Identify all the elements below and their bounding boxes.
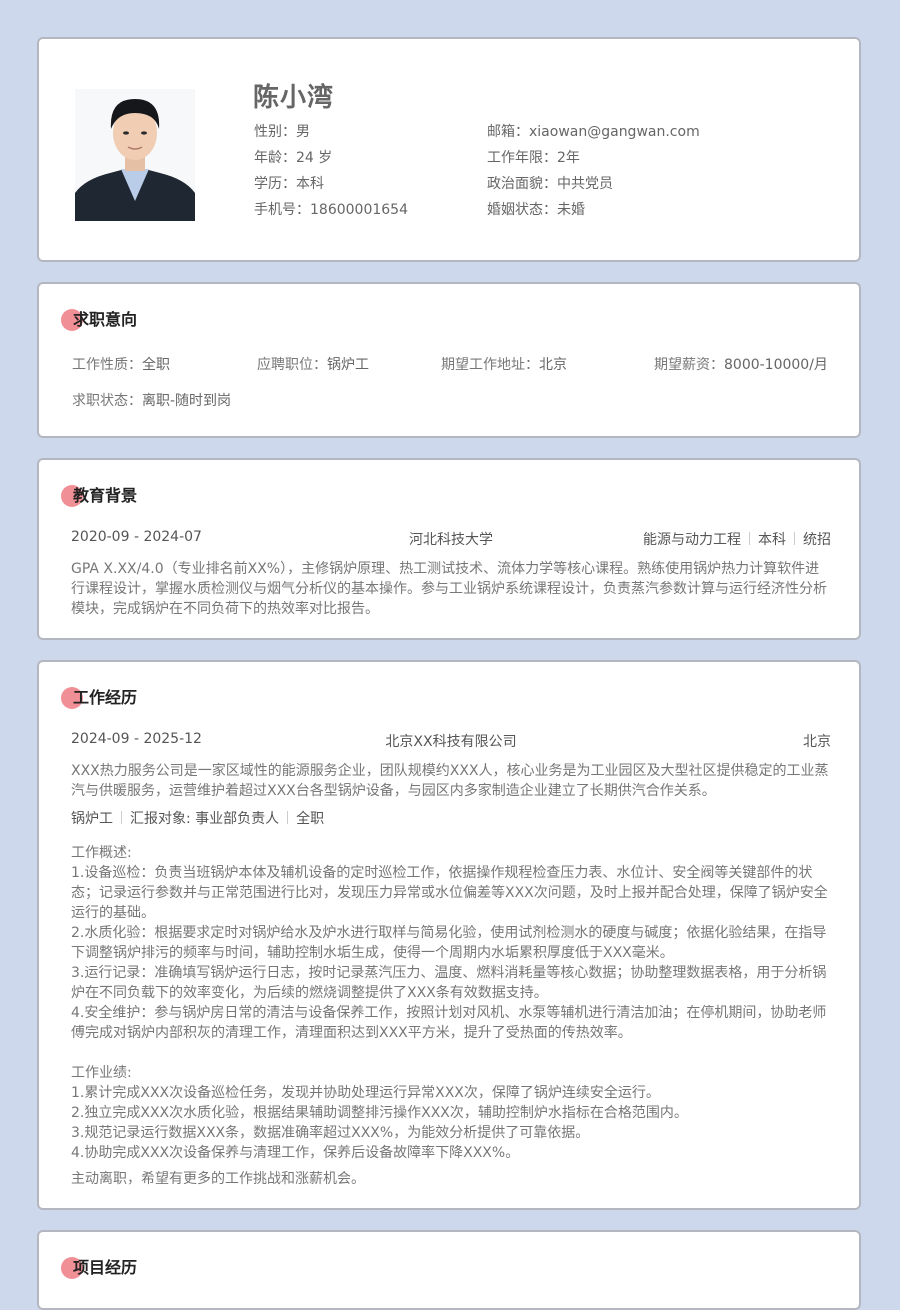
phone-row: 手机号：18600001654 [254,201,487,219]
job-status-label: 求职状态： [72,393,142,409]
gender-row: 性别：男 [254,123,487,141]
politics-value: 中共党员 [557,176,613,192]
job-location: 期望工作地址：北京 [441,354,567,374]
duties-heading: 工作概述: [71,845,132,861]
marital-value: 未婚 [557,202,585,218]
project-experience-card: 项目经历 [37,1230,861,1310]
age-value: 24 岁 [296,150,333,166]
divider [794,532,795,545]
results-heading: 工作业绩: [71,1065,132,1081]
section-title-text: 项目经历 [73,1258,138,1277]
politics-row: 政治面貌：中共党员 [487,175,754,193]
report-to: 汇报对象: 事业部负责人 [130,811,280,827]
result-item: 3.规范记录运行数据XXX条，数据准确率超过XXX%，为能效分析提供了可靠依据。 [71,1125,590,1141]
years-label: 工作年限： [487,150,557,166]
education-label: 学历： [254,176,296,192]
job-type-value: 全职 [142,357,170,373]
job-position: 应聘职位：锅炉工 [257,354,369,374]
degree: 本科 [758,532,786,548]
personal-info: 性别：男 邮箱：xiaowan@gangwan.com 年龄：24 岁 工作年限… [254,123,754,219]
admission-type: 统招 [803,532,831,548]
gender-label: 性别： [254,124,296,140]
profile-card: 陈小湾 性别：男 邮箱：xiaowan@gangwan.com 年龄：24 岁 … [37,37,861,262]
job-position-value: 锅炉工 [327,357,369,373]
job-location-label: 期望工作地址： [441,357,539,373]
education-description: GPA X.XX/4.0（专业排名前XX%），主修锅炉原理、热工测试技术、流体力… [71,561,827,617]
leave-reason: 主动离职，希望有更多的工作挑战和涨薪机会。 [71,1171,365,1187]
years-value: 2年 [557,150,580,166]
result-item: 4.协助完成XXX次设备保养与清理工作，保养后设备故障率下降XXX%。 [71,1145,520,1161]
work-experience-card: 工作经历 北京XX科技有限公司 2024-09 - 2025-12 北京 XXX… [37,660,861,1210]
result-item: 2.独立完成XXX次水质化验，根据结果辅助调整排污操作XXX次，辅助控制炉水指标… [71,1105,688,1121]
phone-value: 18600001654 [310,202,408,218]
job-location-value: 北京 [539,357,567,373]
result-item: 1.累计完成XXX次设备巡检任务，发现并协助处理运行异常XXX次，保障了锅炉连续… [71,1085,660,1101]
education-row: 学历：本科 [254,175,487,193]
email-value: xiaowan@gangwan.com [529,124,700,140]
job-status: 求职状态：离职-随时到岗 [72,390,231,410]
intent-row: 工作性质：全职 应聘职位：锅炉工 期望工作地址：北京 期望薪资：8000-100… [72,354,832,374]
job-intent-card: 求职意向 工作性质：全职 应聘职位：锅炉工 期望工作地址：北京 期望薪资：800… [37,282,861,438]
job-salary-value: 8000-10000/月 [724,357,828,373]
section-title-project: 项目经历 [61,1256,137,1280]
work-header: 北京XX科技有限公司 2024-09 - 2025-12 北京 [71,731,831,751]
job-type: 全职 [296,811,325,827]
marital-row: 婚姻状态：未婚 [487,201,754,219]
section-title-text: 工作经历 [73,688,138,707]
section-title-education: 教育背景 [61,484,137,508]
age-label: 年龄： [254,150,296,166]
politics-label: 政治面貌： [487,176,557,192]
major: 能源与动力工程 [643,532,741,548]
education-card: 教育背景 河北科技大学 2020-09 - 2024-07 能源与动力工程 本科统… [37,458,861,640]
education-header: 河北科技大学 2020-09 - 2024-07 能源与动力工程 本科 统招 [71,529,831,549]
email-row: 邮箱：xiaowan@gangwan.com [487,123,754,141]
company-description: XXX热力服务公司是一家区域性的能源服务企业，团队规模约XXX人，核心业务是为工… [71,763,829,799]
section-title-work: 工作经历 [61,686,137,710]
phone-label: 手机号： [254,202,310,218]
work-details: 工作概述: 1.设备巡检：负责当班锅炉本体及辅机设备的定时巡检工作，依据操作规程… [71,843,831,1189]
duty-item: 1.设备巡检：负责当班锅炉本体及辅机设备的定时巡检工作，依据操作规程检查压力表、… [71,865,828,921]
years-row: 工作年限：2年 [487,149,754,167]
marital-label: 婚姻状态： [487,202,557,218]
work-period: 2024-09 - 2025-12 [71,731,202,747]
job-status-value: 离职-随时到岗 [142,393,232,409]
avatar [75,89,195,221]
section-title-text: 教育背景 [73,486,138,505]
section-title-intent: 求职意向 [61,308,137,332]
education-value: 本科 [296,176,324,192]
work-tags: 锅炉工 汇报对象: 事业部负责人 全职 [71,808,324,828]
job-salary-label: 期望薪资： [654,357,724,373]
duty-item: 4.安全维护：参与锅炉房日常的清洁与设备保养工作，按照计划对风机、水泵等辅机进行… [71,1005,827,1041]
job-salary: 期望薪资：8000-10000/月 [654,354,828,374]
age-row: 年龄：24 岁 [254,149,487,167]
email-label: 邮箱： [487,124,529,140]
duty-item: 3.运行记录：准确填写锅炉运行日志，按时记录蒸汽压力、温度、燃料消耗量等核心数据… [71,965,827,1001]
job-type-label: 工作性质： [72,357,142,373]
job-position-label: 应聘职位： [257,357,327,373]
divider [287,811,289,824]
gender-value: 男 [296,124,310,140]
section-title-text: 求职意向 [73,310,138,329]
divider [121,811,122,824]
education-meta: 能源与动力工程 本科 统招 [643,529,831,549]
role: 锅炉工 [71,811,113,827]
divider [749,532,750,545]
job-type: 工作性质：全职 [72,354,170,374]
duty-item: 2.水质化验：根据要求定时对锅炉给水及炉水进行取样与简易化验，使用试剂检测水的硬… [71,925,827,961]
work-city: 北京 [803,734,831,750]
education-period: 2020-09 - 2024-07 [71,529,202,545]
candidate-name: 陈小湾 [253,83,335,113]
